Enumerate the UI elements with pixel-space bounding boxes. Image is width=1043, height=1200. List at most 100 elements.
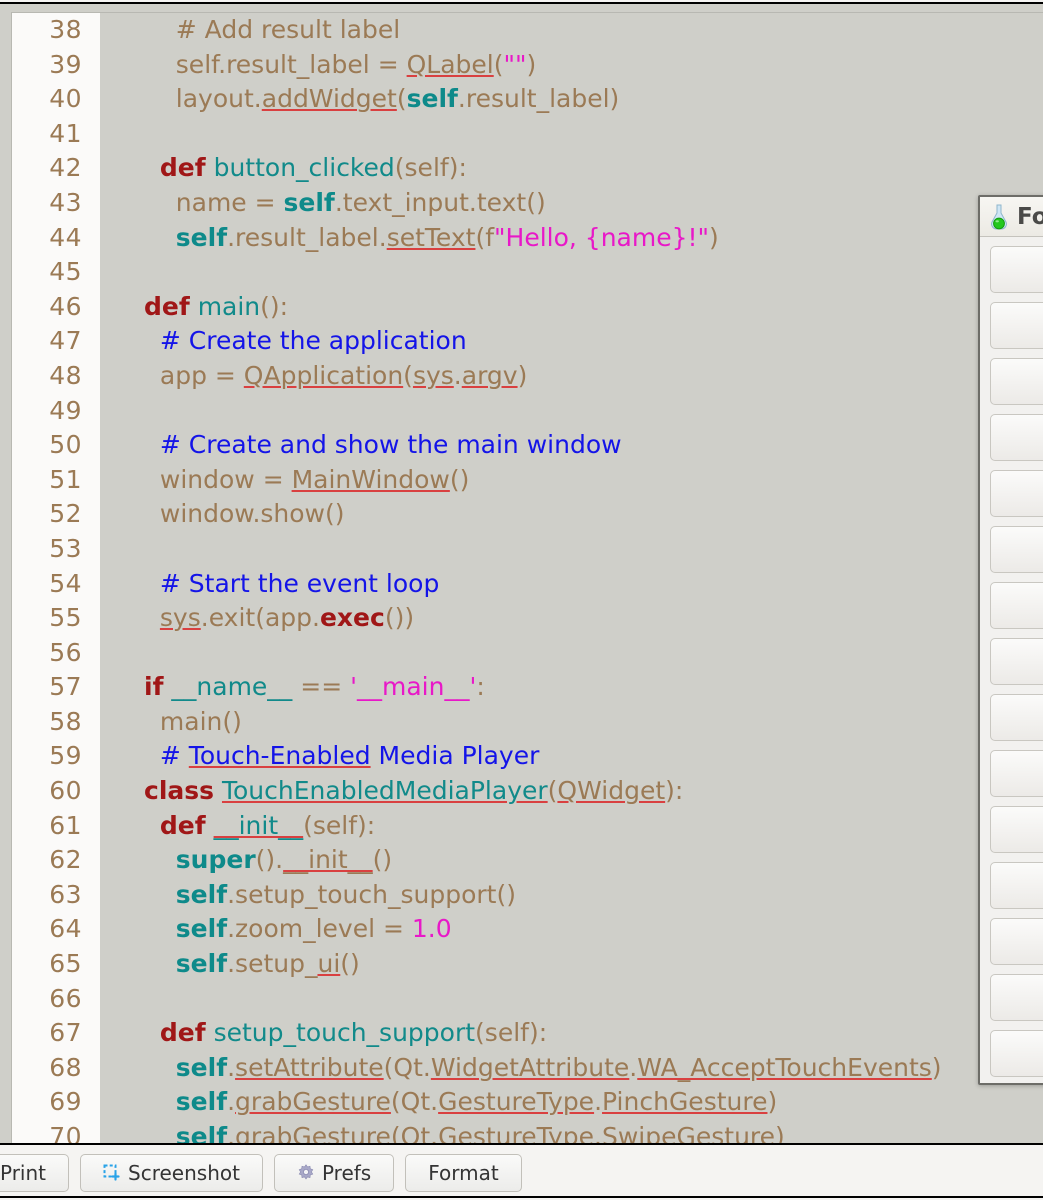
code-line[interactable]: 68 self.setAttribute(Qt.WidgetAttribute.… bbox=[12, 1050, 1043, 1086]
code-line[interactable]: 69 self.grabGesture(Qt.GestureType.Pinch… bbox=[12, 1085, 1043, 1120]
code-token: ): bbox=[665, 776, 684, 806]
code-line[interactable]: 39 self.result_label = QLabel("") bbox=[12, 47, 1043, 83]
code-line[interactable]: 52 window.show() bbox=[12, 497, 1043, 532]
code-token: (Qt. bbox=[383, 1052, 431, 1082]
code-line[interactable]: 70 self.grabGesture(Qt.GestureType.Swipe… bbox=[12, 1120, 1043, 1143]
code-line[interactable]: 65 self.setup_ui() bbox=[12, 947, 1043, 982]
code-line[interactable]: 42 def button_clicked(self): bbox=[12, 151, 1043, 186]
code-line[interactable]: 44 self.result_label.setText(f"Hello, {n… bbox=[12, 220, 1043, 256]
code-line-text: # Add result label bbox=[131, 13, 1043, 48]
code-token: ) bbox=[767, 1087, 778, 1117]
form-window[interactable]: Fo – – – S bbox=[978, 195, 1043, 1085]
code-line[interactable]: 45 bbox=[12, 255, 1043, 290]
form-field[interactable] bbox=[990, 974, 1043, 1021]
code-line-text: # Create the application bbox=[131, 324, 1043, 359]
code-line[interactable]: 56 bbox=[12, 635, 1043, 671]
gear-icon bbox=[297, 1163, 315, 1182]
code-line-text: # Touch-Enabled Media Player bbox=[131, 739, 1043, 775]
code-line[interactable]: 47 # Create the application bbox=[12, 324, 1043, 359]
code-token: . bbox=[227, 1052, 236, 1082]
code-line[interactable]: 60 class TouchEnabledMediaPlayer(QWidget)… bbox=[12, 774, 1043, 809]
code-line[interactable]: 61 def __init__(self): bbox=[12, 808, 1043, 844]
code-token: () bbox=[372, 845, 393, 875]
code-token: 1.0 bbox=[411, 914, 452, 944]
code-line[interactable]: 67 def setup_touch_support(self): bbox=[12, 1016, 1043, 1051]
form-window-titlebar[interactable]: Fo bbox=[980, 197, 1043, 237]
line-number: 53 bbox=[12, 531, 100, 567]
code-line[interactable]: 38 # Add result label bbox=[12, 13, 1043, 48]
code-line[interactable]: 66 bbox=[12, 981, 1043, 1017]
form-field[interactable]: – bbox=[990, 694, 1043, 741]
code-token: TouchEnabledMediaPlayer bbox=[221, 776, 548, 806]
line-number: 60 bbox=[12, 774, 100, 809]
code-token: ) bbox=[709, 222, 719, 252]
toolbar-button-prefs[interactable]: Prefs bbox=[273, 1153, 395, 1192]
code-editor-viewport[interactable]: 38 # Add result label 39 self.result_labe… bbox=[11, 12, 1043, 1143]
code-line[interactable]: 63 self.setup_touch_support() bbox=[12, 877, 1043, 913]
code-token: sys bbox=[412, 360, 454, 390]
code-token: ( bbox=[396, 84, 407, 114]
form-field[interactable] bbox=[990, 750, 1043, 797]
code-token: (). bbox=[255, 845, 284, 875]
code-token: # Create and show the main window bbox=[144, 430, 622, 460]
toolbar-button-screenshot[interactable]: Screenshot bbox=[80, 1153, 263, 1192]
code-line[interactable]: 40 layout.addWidget(self.result_label) bbox=[12, 82, 1043, 117]
line-number: 70 bbox=[12, 1120, 100, 1143]
code-token: : bbox=[476, 672, 485, 702]
code-line[interactable]: 41 bbox=[12, 116, 1043, 152]
form-field[interactable] bbox=[990, 246, 1043, 293]
code-line[interactable]: 49 bbox=[12, 393, 1043, 429]
code-token: self bbox=[175, 1122, 228, 1143]
code-line[interactable]: 57 if __name__ == '__main__': bbox=[12, 670, 1043, 705]
code-token: ( bbox=[403, 360, 413, 390]
code-line[interactable]: 46 def main(): bbox=[12, 289, 1043, 325]
code-line-text: self.setup_ui() bbox=[131, 947, 1043, 982]
code-line-text bbox=[131, 981, 1043, 1017]
form-field[interactable] bbox=[990, 470, 1043, 517]
form-field[interactable] bbox=[990, 862, 1043, 909]
form-field[interactable]: – bbox=[990, 582, 1043, 629]
code-line[interactable]: 43 name = self.text_input.text() bbox=[12, 185, 1043, 221]
code-line-text: def __init__(self): bbox=[131, 808, 1043, 844]
toolbar-button-format[interactable]: Format bbox=[405, 1153, 522, 1192]
code-line[interactable]: 54 # Start the event loop bbox=[12, 566, 1043, 602]
code-line[interactable]: 51 window = MainWindow() bbox=[12, 462, 1043, 498]
code-editor-panel[interactable]: 38 # Add result label 39 self.result_labe… bbox=[0, 2, 1043, 1145]
code-token: ui bbox=[317, 949, 341, 979]
code-line-text bbox=[131, 635, 1043, 671]
code-line[interactable]: 48 app = QApplication(sys.argv) bbox=[12, 358, 1043, 394]
form-field[interactable]: S bbox=[990, 1030, 1043, 1077]
code-token: self bbox=[175, 222, 228, 252]
form-field[interactable] bbox=[990, 414, 1043, 461]
code-token: .text_input.text() bbox=[334, 187, 546, 217]
code-line-text: # Start the event loop bbox=[131, 566, 1043, 602]
code-token: argv bbox=[461, 360, 518, 390]
form-field[interactable] bbox=[990, 358, 1043, 405]
code-token: __name__ bbox=[171, 672, 293, 702]
form-field[interactable]: – bbox=[990, 638, 1043, 685]
code-line[interactable]: 64 self.zoom_level = 1.0 bbox=[12, 912, 1043, 948]
code-line-text: super().__init__() bbox=[131, 843, 1043, 878]
code-line[interactable]: 62 super().__init__() bbox=[12, 843, 1043, 878]
code-token: layout. bbox=[144, 84, 262, 114]
code-token: self bbox=[175, 1087, 228, 1117]
toolbar-button-label: Screenshot bbox=[128, 1160, 240, 1185]
toolbar-button-print[interactable]: Print bbox=[0, 1153, 70, 1192]
code-line[interactable]: 55 sys.exit(app.exec()) bbox=[12, 601, 1043, 636]
code-line[interactable]: 58 main() bbox=[12, 704, 1043, 740]
form-field[interactable] bbox=[990, 526, 1043, 573]
form-field[interactable] bbox=[990, 302, 1043, 349]
form-field[interactable] bbox=[990, 918, 1043, 965]
code-token: # Create the application bbox=[144, 326, 467, 356]
code-line[interactable]: 59 # Touch-Enabled Media Player bbox=[12, 739, 1043, 775]
code-line[interactable]: 53 bbox=[12, 531, 1043, 567]
code-line[interactable]: 50 # Create and show the main window bbox=[12, 428, 1043, 463]
form-field[interactable] bbox=[990, 806, 1043, 853]
code-token: self.result_label = bbox=[144, 49, 407, 79]
